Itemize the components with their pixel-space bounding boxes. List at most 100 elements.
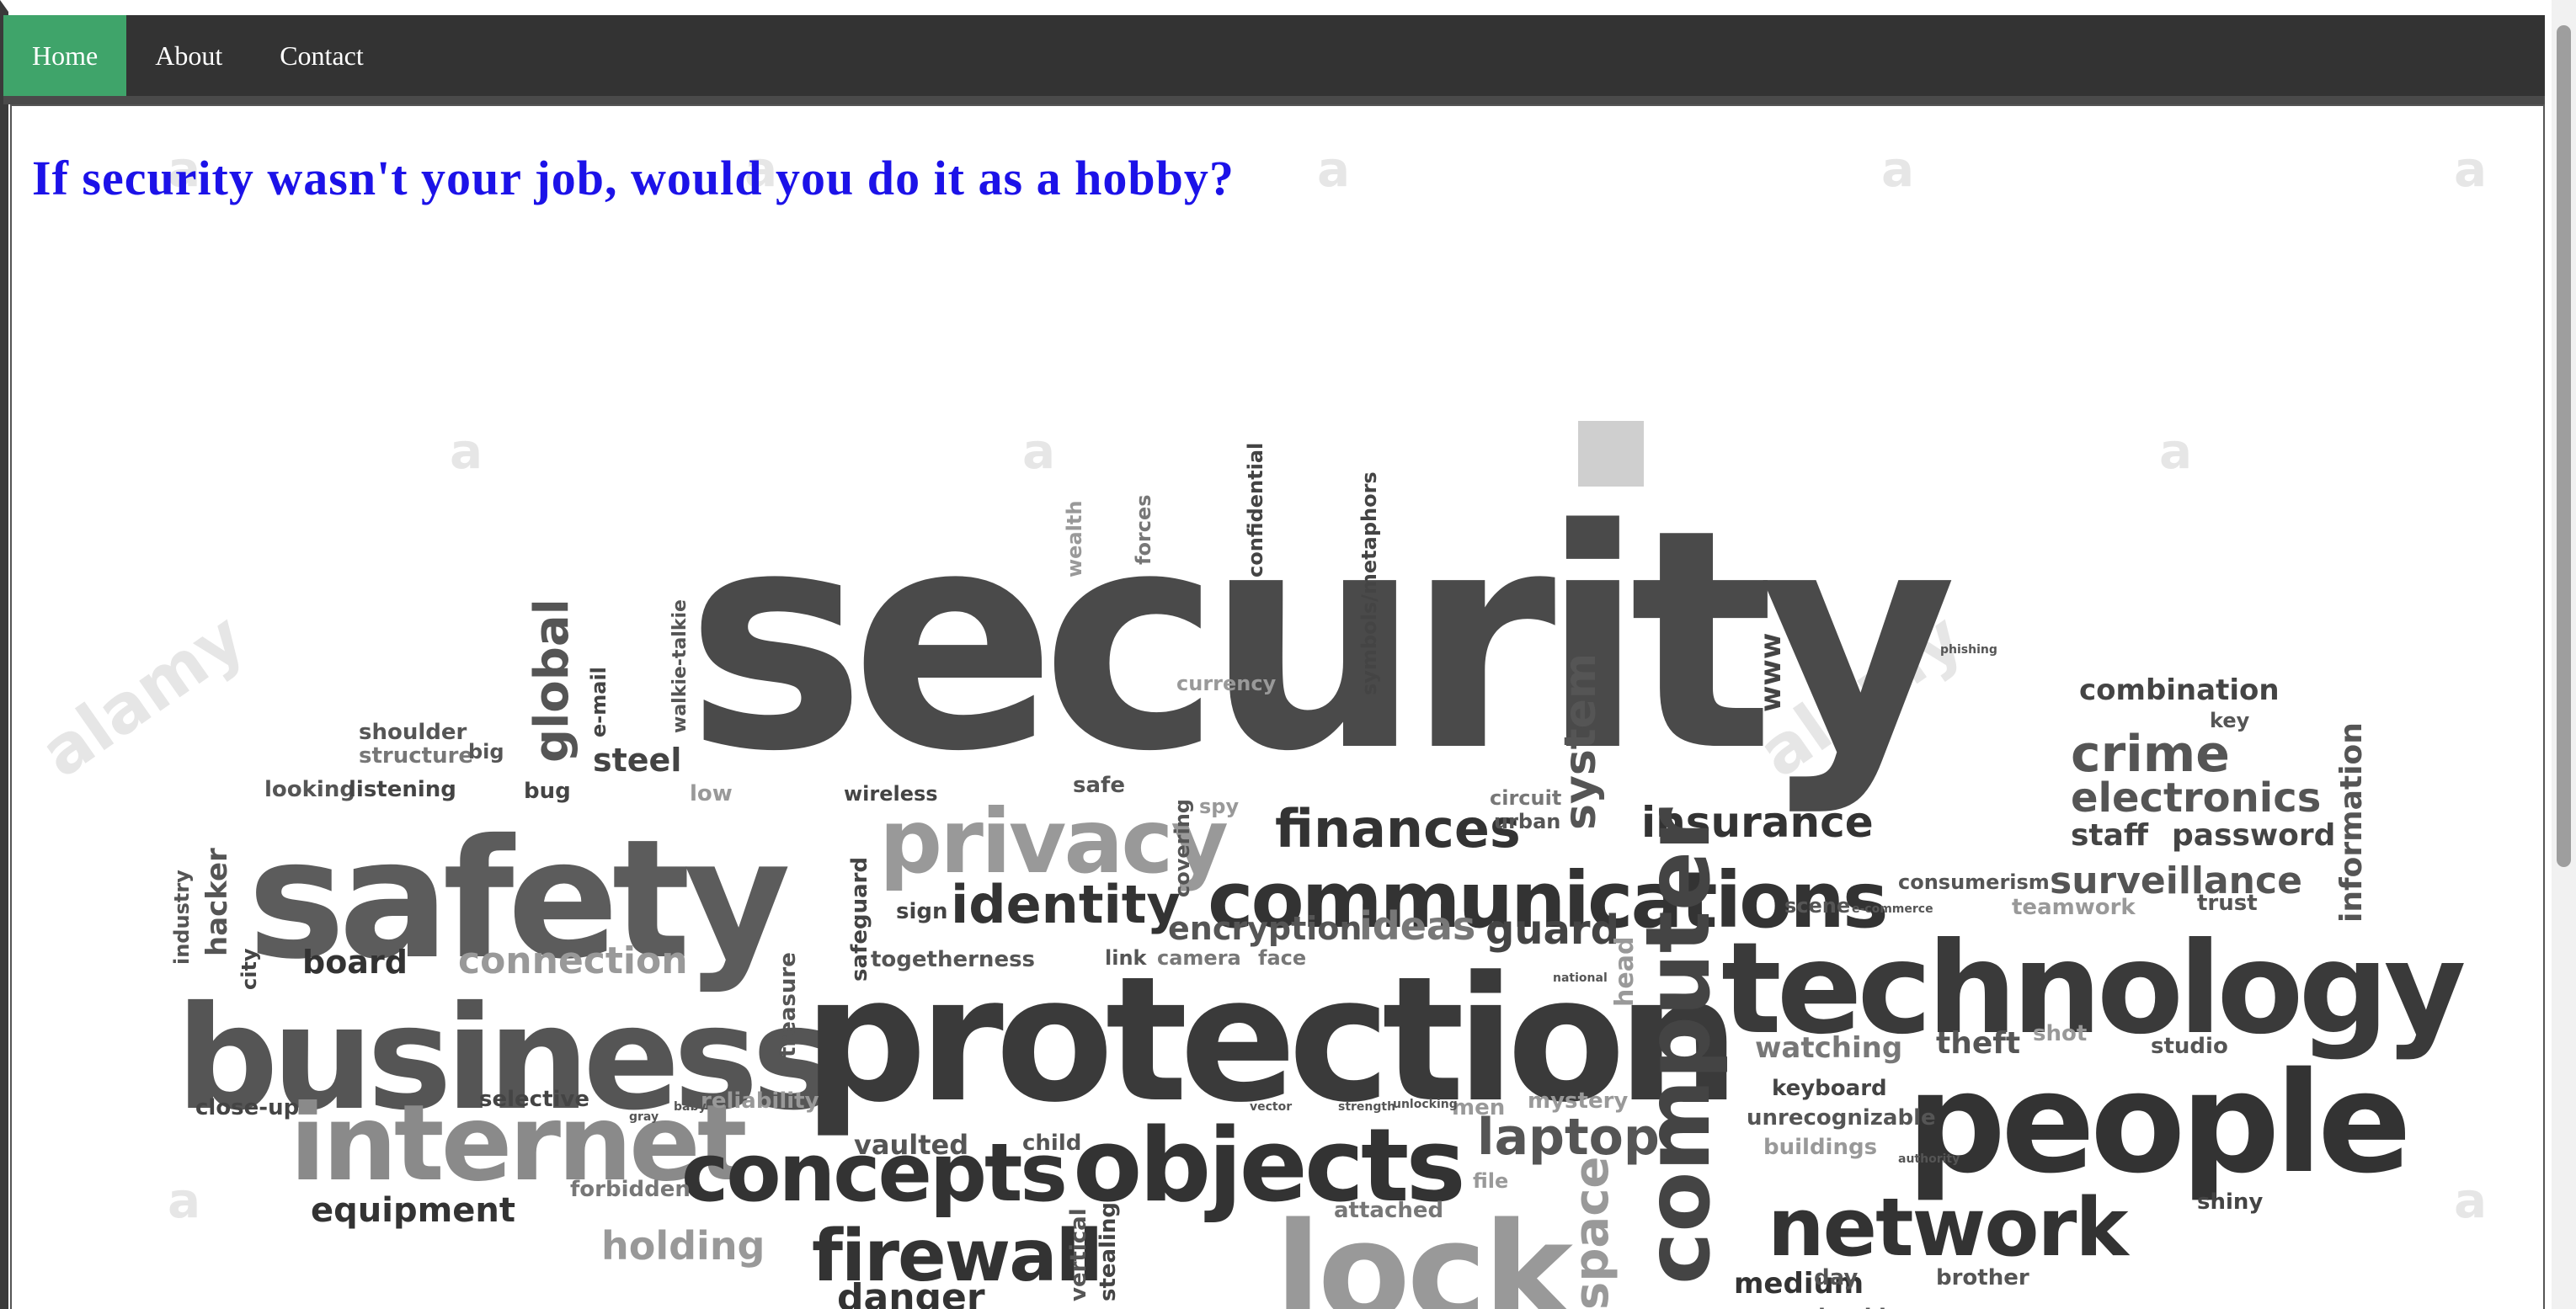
word: vaulted — [854, 1129, 968, 1161]
word: national — [1553, 971, 1608, 985]
word: covering — [1171, 799, 1194, 897]
nav-contact-link[interactable]: Contact — [251, 15, 392, 96]
word: theft — [1936, 1026, 2020, 1061]
word: space — [1565, 1157, 1619, 1309]
word: baby — [674, 1100, 707, 1114]
word: low — [690, 781, 733, 806]
word: phishing — [1940, 643, 1997, 657]
watermark-badge: a — [2159, 423, 2192, 480]
word: equipment — [311, 1191, 515, 1230]
word: holding — [601, 1223, 765, 1269]
word: walkie-talkie — [669, 599, 691, 733]
word: buildings — [1763, 1135, 1877, 1160]
word: confidential — [1244, 443, 1267, 577]
word: brother — [1936, 1265, 2029, 1290]
watermark-badge: a — [1881, 141, 1914, 198]
word: key — [2210, 709, 2250, 732]
word: reliability — [701, 1088, 819, 1114]
word: combination — [2079, 673, 2280, 707]
word: day — [1814, 1265, 1858, 1290]
word: wealth — [1063, 501, 1086, 577]
word: urban — [1494, 810, 1560, 833]
word: finances — [1275, 798, 1521, 859]
word: big — [468, 740, 504, 764]
word: steel — [593, 742, 681, 779]
word: board — [302, 944, 408, 981]
word: ideas — [1359, 903, 1475, 949]
scrollbar-thumb[interactable] — [2557, 25, 2571, 867]
word: face — [1258, 946, 1306, 970]
word: spy — [1199, 795, 1239, 818]
word: close-up — [195, 1095, 299, 1120]
watermark-badge: a — [168, 1172, 200, 1229]
word: staff — [2071, 818, 2149, 853]
word: information — [2334, 722, 2369, 923]
word: banking — [1818, 1305, 1917, 1309]
word: link — [1105, 946, 1148, 970]
nav-home-link[interactable]: Home — [3, 15, 127, 96]
security-word-cloud-image: a a a a a a a a a a alamy alamy security… — [27, 141, 2488, 1309]
word: shiny — [2197, 1189, 2263, 1215]
word: shot — [2033, 1021, 2087, 1046]
word: head — [1610, 937, 1640, 1007]
word: industry — [170, 870, 194, 965]
watermark-text: alamy — [27, 598, 259, 793]
word: network — [1768, 1182, 2130, 1274]
word: scene — [1784, 894, 1850, 918]
word: hacker — [200, 848, 234, 956]
word: camera — [1157, 946, 1241, 970]
word: unlocking — [1393, 1098, 1458, 1111]
word: global — [525, 599, 579, 763]
watermark-badge: a — [2454, 1172, 2487, 1229]
word: forces — [1132, 494, 1155, 565]
word: consumerism — [1898, 870, 2050, 894]
word: shoulder — [359, 720, 467, 745]
word: electronics — [2071, 774, 2321, 822]
word: currency — [1176, 672, 1277, 695]
word: watching — [1755, 1031, 1902, 1065]
page-headline: If security wasn't your job, would you d… — [32, 151, 1235, 205]
top-navbar: Home About Contact — [3, 15, 2545, 104]
word: circuit — [1490, 786, 1561, 810]
word: password — [2172, 818, 2335, 853]
word: treasure — [776, 952, 801, 1057]
word: sign — [896, 899, 948, 924]
nav-about-link[interactable]: About — [126, 15, 251, 96]
word: vector — [1250, 1100, 1292, 1114]
watermark-badge: a — [1317, 141, 1350, 198]
word: computer — [1627, 807, 1730, 1285]
word: keyboard — [1772, 1076, 1887, 1101]
word: studio — [2151, 1034, 2228, 1059]
watermark-badge: a — [450, 423, 483, 480]
watermark-badge: a — [2454, 141, 2487, 198]
word: structure — [359, 743, 473, 769]
word: trust — [2197, 891, 2258, 916]
word: strength — [1338, 1100, 1395, 1114]
word: men — [1452, 1095, 1505, 1120]
word: teamwork — [2012, 895, 2136, 920]
word: people — [1907, 1042, 2407, 1204]
word: door — [1730, 1305, 1804, 1309]
word: child — [1022, 1131, 1081, 1156]
word: e-commerce — [1852, 902, 1933, 916]
word: connection — [458, 939, 688, 982]
vertical-scrollbar[interactable] — [2552, 0, 2576, 1309]
word: mystery — [1528, 1088, 1628, 1114]
word: attached — [1334, 1198, 1443, 1223]
word: listening — [349, 777, 456, 802]
word-cloud-words: security safety business protection tech… — [170, 443, 2470, 1309]
main-content: If security wasn't your job, would you d… — [10, 104, 2545, 1309]
word: unrecognizable — [1747, 1105, 1936, 1131]
word: identity — [951, 874, 1181, 935]
word: safeguard — [847, 857, 872, 982]
word: togetherness — [871, 947, 1035, 972]
word: gray — [629, 1110, 659, 1124]
word: www — [1754, 633, 1788, 712]
word: forbidden — [570, 1177, 691, 1202]
word: safe — [1073, 773, 1125, 798]
word: bug — [524, 779, 571, 804]
word: encryption — [1168, 910, 1362, 947]
word: selective — [479, 1087, 589, 1112]
word: guard — [1485, 907, 1619, 954]
word: stealing — [1096, 1202, 1121, 1301]
